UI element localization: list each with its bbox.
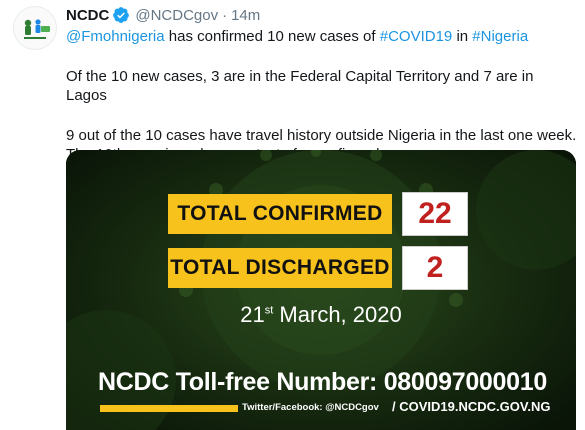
- tweet-text: @Fmohnigeria has confirmed 10 new cases …: [66, 27, 578, 165]
- social-handles: Twitter/Facebook: @NCDCgov: [242, 402, 379, 413]
- user-handle[interactable]: @NCDCgov: [135, 7, 218, 24]
- display-name[interactable]: NCDC: [66, 7, 109, 24]
- tweet-header: NCDC @NCDCgov · 14m: [66, 4, 260, 26]
- total-confirmed-label: TOTAL CONFIRMED: [168, 194, 392, 234]
- total-discharged-value: 2: [402, 246, 468, 290]
- tollfree-number: NCDC Toll-free Number: 080097000010: [98, 368, 547, 396]
- total-confirmed-value: 22: [402, 192, 468, 236]
- tweet-paragraph-2: Of the 10 new cases, 3 are in the Federa…: [66, 67, 534, 105]
- hashtag-covid19-link[interactable]: #COVID19: [380, 28, 453, 45]
- tweet-text-segment: in: [452, 28, 473, 45]
- verified-badge-icon: [112, 6, 130, 24]
- report-date: 21st March, 2020: [66, 302, 576, 328]
- tweet-text-segment: has confirmed 10 new cases of: [164, 28, 380, 45]
- mention-link[interactable]: @Fmohnigeria: [66, 28, 165, 45]
- tweet-media-image[interactable]: TOTAL CONFIRMED 22 TOTAL DISCHARGED 2 21…: [66, 150, 576, 430]
- date-month-year: March, 2020: [273, 302, 402, 327]
- ncdc-logo-icon: [14, 7, 56, 49]
- tweet-line-1: @Fmohnigeria has confirmed 10 new cases …: [66, 27, 578, 47]
- total-discharged-label: TOTAL DISCHARGED: [168, 248, 392, 288]
- avatar[interactable]: [13, 6, 57, 50]
- separator-dot: ·: [222, 6, 228, 24]
- hashtag-nigeria-link[interactable]: #Nigeria: [472, 28, 528, 45]
- yellow-underline-bar: [100, 405, 238, 412]
- date-day: 21: [240, 302, 265, 327]
- website-url: / COVID19.NCDC.GOV.NG: [392, 399, 550, 414]
- tweet-timestamp[interactable]: 14m: [231, 7, 260, 24]
- tweet[interactable]: NCDC @NCDCgov · 14m @Fmohnigeria has con…: [0, 0, 585, 430]
- site-address: COVID19.NCDC.GOV.NG: [399, 399, 551, 414]
